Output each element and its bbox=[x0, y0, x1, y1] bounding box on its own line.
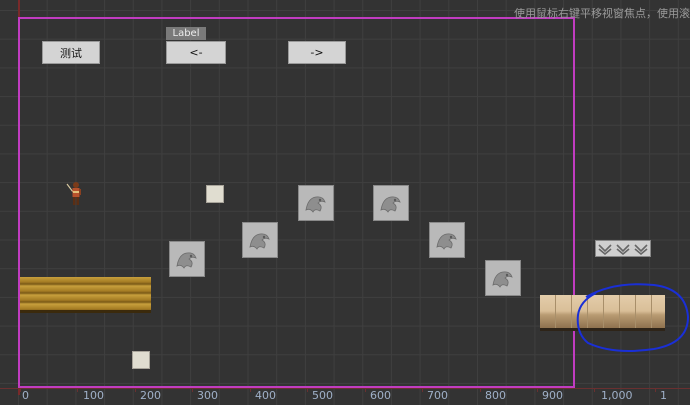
small-stone-tile[interactable] bbox=[132, 351, 150, 369]
dragon-relief-icon bbox=[380, 196, 401, 213]
x-axis-ruler: 0 100 200 300 400 500 600 700 800 900 1,… bbox=[0, 388, 690, 405]
chevron-down-icon bbox=[616, 243, 630, 255]
dragon-brick[interactable] bbox=[242, 222, 278, 258]
chevron-down-icon bbox=[598, 243, 612, 255]
dragon-relief-icon bbox=[305, 196, 326, 213]
scene-viewport[interactable]: 使用鼠标右键平移视窗焦点，使用滚 测试 Label <- -> 0 100 20… bbox=[0, 0, 690, 405]
dragon-brick[interactable] bbox=[429, 222, 465, 258]
chevron-down-icon bbox=[634, 243, 648, 255]
dragon-relief-icon bbox=[249, 233, 270, 250]
x-tick-label: 1 bbox=[660, 389, 667, 402]
x-tick-label: 500 bbox=[312, 389, 333, 402]
next-button[interactable]: -> bbox=[288, 41, 346, 64]
x-tick-label: 600 bbox=[370, 389, 391, 402]
wooden-platform[interactable] bbox=[20, 277, 151, 313]
hero-sprite-icon[interactable] bbox=[66, 180, 84, 206]
x-tick-label: 0 bbox=[22, 389, 29, 402]
dragon-brick[interactable] bbox=[485, 260, 521, 296]
chevron-block[interactable] bbox=[595, 240, 651, 257]
dragon-relief-icon bbox=[492, 271, 513, 288]
navigation-hint: 使用鼠标右键平移视窗焦点，使用滚 bbox=[514, 7, 690, 20]
dragon-brick[interactable] bbox=[169, 241, 205, 277]
x-tick-label: 400 bbox=[255, 389, 276, 402]
scene-bounds-frame bbox=[18, 17, 575, 388]
dragon-relief-icon bbox=[436, 233, 457, 250]
small-stone-tile[interactable] bbox=[206, 185, 224, 203]
x-tick-label: 300 bbox=[197, 389, 218, 402]
dragon-brick[interactable] bbox=[298, 185, 334, 221]
dragon-brick[interactable] bbox=[373, 185, 409, 221]
x-tick-label: 700 bbox=[427, 389, 448, 402]
x-tick-label: 800 bbox=[485, 389, 506, 402]
test-button[interactable]: 测试 bbox=[42, 41, 100, 64]
x-tick-label: 200 bbox=[140, 389, 161, 402]
x-tick-label: 900 bbox=[542, 389, 563, 402]
label-tag: Label bbox=[166, 27, 206, 40]
x-tick-label: 1,000 bbox=[601, 389, 633, 402]
annotation-circle bbox=[576, 283, 690, 352]
dragon-relief-icon bbox=[176, 252, 197, 269]
prev-button[interactable]: <- bbox=[166, 41, 226, 64]
x-tick-label: 100 bbox=[83, 389, 104, 402]
